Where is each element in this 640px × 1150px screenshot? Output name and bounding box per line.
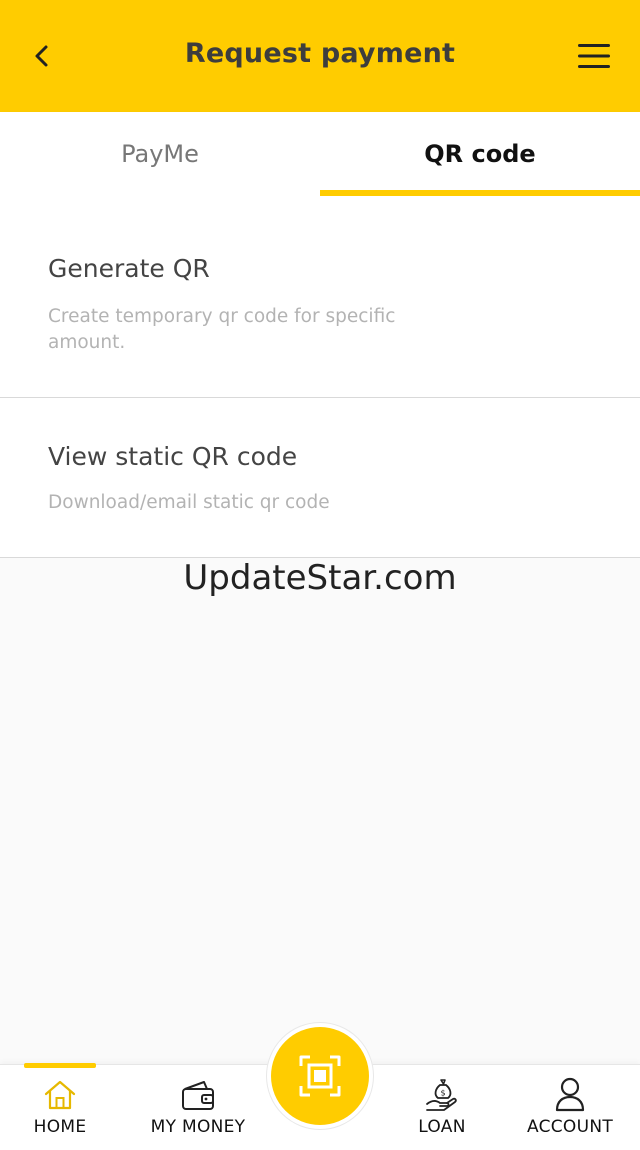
generate-qr-option[interactable]: Generate QR Create temporary qr code for… <box>0 196 640 398</box>
watermark-text: UpdateStar.com <box>183 558 457 598</box>
tab-bar: PayMe QR code <box>0 112 640 196</box>
qr-scan-icon <box>299 1055 341 1097</box>
option-description: Download/email static qr code <box>48 492 330 513</box>
scan-qr-button[interactable] <box>271 1027 369 1125</box>
option-title: Generate QR <box>48 254 210 283</box>
active-nav-indicator <box>24 1063 96 1068</box>
option-description: Create temporary qr code for specific am… <box>48 306 396 353</box>
home-icon <box>44 1080 76 1110</box>
tab-qr-code[interactable]: QR code <box>320 112 640 196</box>
nav-loan[interactable]: $ LOAN <box>402 1065 482 1150</box>
wallet-icon <box>182 1081 214 1110</box>
nav-home[interactable]: HOME <box>20 1065 100 1150</box>
tab-label: PayMe <box>121 140 199 168</box>
app-header: Request payment <box>0 0 640 112</box>
tab-payme[interactable]: PayMe <box>0 112 320 196</box>
nav-label: ACCOUNT <box>526 1117 614 1137</box>
nav-account[interactable]: ACCOUNT <box>514 1065 626 1150</box>
tab-label: QR code <box>424 140 536 168</box>
nav-label: LOAN <box>418 1117 466 1137</box>
money-bag-hand-icon: $ <box>426 1079 457 1111</box>
svg-text:$: $ <box>440 1089 445 1098</box>
user-icon <box>555 1077 585 1112</box>
nav-label: MY MONEY <box>150 1117 246 1137</box>
menu-button[interactable] <box>574 38 614 74</box>
hamburger-menu-icon <box>578 44 610 68</box>
option-title: View static QR code <box>48 442 298 471</box>
page-title: Request payment <box>184 38 456 69</box>
nav-my-money[interactable]: MY MONEY <box>138 1065 258 1150</box>
view-static-qr-option[interactable]: View static QR code Download/email stati… <box>0 398 640 558</box>
nav-label: HOME <box>33 1117 87 1137</box>
